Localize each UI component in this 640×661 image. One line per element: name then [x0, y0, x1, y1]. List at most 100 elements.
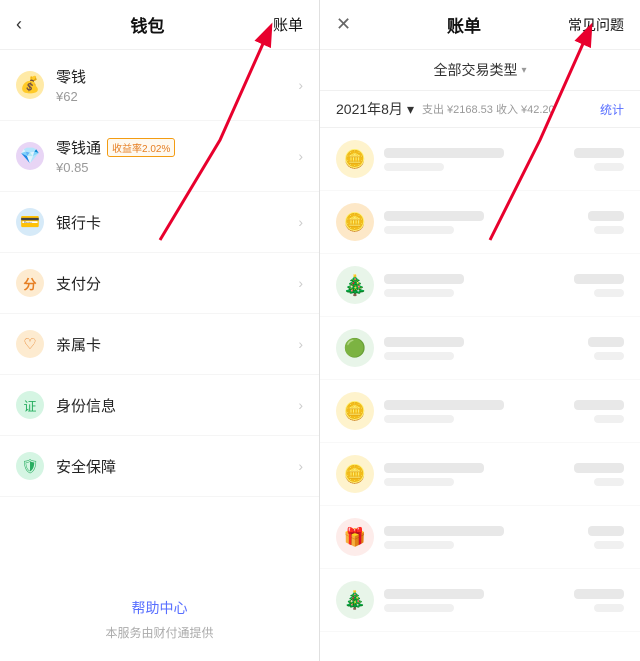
yinhangka-content: 银行卡	[56, 212, 298, 233]
lingqian-arrow: ›	[298, 77, 303, 93]
lingqiantong-sub: ¥0.85	[56, 160, 298, 175]
transaction-list: 🪙 🪙 🎄	[320, 128, 640, 661]
tx-amount-7	[574, 589, 624, 612]
tx-amount-1	[588, 211, 624, 234]
zhifufen-arrow: ›	[298, 275, 303, 291]
left-panel: ‹ 钱包 账单 💰 零钱 ¥62 › 💎 零钱通 收益率2.02% ¥	[0, 0, 320, 661]
shenfen-content: 身份信息	[56, 395, 298, 416]
tx-icon-4: 🪙	[336, 392, 374, 430]
left-title: 钱包	[130, 12, 164, 37]
anquan-icon: 🛡	[16, 452, 44, 480]
tx-content-3	[384, 337, 588, 360]
tx-content-7	[384, 589, 574, 612]
lingqian-title: 零钱	[56, 66, 298, 87]
filter-label: 全部交易类型	[433, 60, 517, 80]
footer-note: 本服务由财付通提供	[16, 624, 303, 641]
qinshu-arrow: ›	[298, 336, 303, 352]
filter-chevron: ▾	[521, 65, 526, 76]
tx-icon-6: 🎁	[336, 518, 374, 556]
stats-link[interactable]: 统计	[600, 101, 624, 118]
tx-title-1	[384, 211, 484, 221]
month-chevron: ▾	[407, 101, 414, 118]
back-button[interactable]: ‹	[16, 14, 22, 35]
tx-content-6	[384, 526, 588, 549]
lingqiantong-content: 零钱通 收益率2.02% ¥0.85	[56, 137, 298, 175]
lingqiantong-badge: 收益率2.02%	[107, 138, 175, 157]
account-button[interactable]: 账单	[273, 14, 303, 35]
menu-item-qinshu[interactable]: ♡ 亲属卡 ›	[0, 314, 319, 375]
left-footer: 帮助中心 本服务由财付通提供	[0, 568, 319, 661]
month-bar: 2021年8月 ▾ 支出 ¥2168.53 收入 ¥42.20 统计	[320, 91, 640, 128]
month-label: 2021年8月	[336, 99, 403, 119]
tx-icon-1: 🪙	[336, 203, 374, 241]
qinshu-content: 亲属卡	[56, 334, 298, 355]
tx-content-2	[384, 274, 574, 297]
tx-sub-2	[384, 289, 454, 297]
lingqian-content: 零钱 ¥62	[56, 66, 298, 104]
anquan-title: 安全保障	[56, 456, 298, 477]
menu-item-shenfen[interactable]: 证 身份信息 ›	[0, 375, 319, 436]
anquan-content: 安全保障	[56, 456, 298, 477]
faq-button[interactable]: 常见问题	[568, 15, 624, 35]
table-row[interactable]: 🪙	[320, 443, 640, 506]
tx-amount-2	[574, 274, 624, 297]
tx-icon-2: 🎄	[336, 266, 374, 304]
table-row[interactable]: 🪙	[320, 380, 640, 443]
lingqiantong-title: 零钱通 收益率2.02%	[56, 137, 298, 158]
menu-item-lingqian[interactable]: 💰 零钱 ¥62 ›	[0, 50, 319, 121]
tx-title-2	[384, 274, 464, 284]
anquan-arrow: ›	[298, 458, 303, 474]
tx-content-0	[384, 148, 574, 171]
close-button[interactable]: ✕	[336, 14, 360, 35]
lingqian-sub: ¥62	[56, 89, 298, 104]
month-stats: 支出 ¥2168.53 收入 ¥42.20	[422, 101, 600, 117]
lingqiantong-icon: 💎	[16, 142, 44, 170]
table-row[interactable]: 🎄	[320, 254, 640, 317]
tx-icon-3: 🟢	[336, 329, 374, 367]
tx-title-7	[384, 589, 484, 599]
right-title: 账单	[447, 12, 481, 37]
filter-button[interactable]: 全部交易类型 ▾	[433, 60, 526, 80]
tx-title-3	[384, 337, 464, 347]
menu-item-anquan[interactable]: 🛡 安全保障 ›	[0, 436, 319, 497]
lingqian-icon: 💰	[16, 71, 44, 99]
table-row[interactable]: 🪙	[320, 191, 640, 254]
tx-title-4	[384, 400, 504, 410]
tx-amount-4	[574, 400, 624, 423]
filter-bar: 全部交易类型 ▾	[320, 50, 640, 91]
menu-list: 💰 零钱 ¥62 › 💎 零钱通 收益率2.02% ¥0.85 ›	[0, 50, 319, 568]
tx-amount-6	[588, 526, 624, 549]
lingqiantong-arrow: ›	[298, 148, 303, 164]
zhifufen-icon: 分	[16, 269, 44, 297]
help-link[interactable]: 帮助中心	[16, 598, 303, 618]
shenfen-arrow: ›	[298, 397, 303, 413]
table-row[interactable]: 🎄	[320, 569, 640, 632]
tx-sub-3	[384, 352, 454, 360]
tx-title-5	[384, 463, 484, 473]
tx-icon-5: 🪙	[336, 455, 374, 493]
tx-sub-6	[384, 541, 454, 549]
zhifufen-content: 支付分	[56, 273, 298, 294]
yinhangka-arrow: ›	[298, 214, 303, 230]
right-panel: ✕ 账单 常见问题 全部交易类型 ▾ 2021年8月 ▾ 支出 ¥2168.53…	[320, 0, 640, 661]
tx-sub-5	[384, 478, 454, 486]
yinhangka-icon: 💳	[16, 208, 44, 236]
menu-item-lingqiantong[interactable]: 💎 零钱通 收益率2.02% ¥0.85 ›	[0, 121, 319, 192]
table-row[interactable]: 🟢	[320, 317, 640, 380]
menu-item-zhifufen[interactable]: 分 支付分 ›	[0, 253, 319, 314]
qinshu-title: 亲属卡	[56, 334, 298, 355]
tx-amount-0	[574, 148, 624, 171]
tx-amount-3	[588, 337, 624, 360]
shenfen-title: 身份信息	[56, 395, 298, 416]
table-row[interactable]: 🎁	[320, 506, 640, 569]
tx-content-4	[384, 400, 574, 423]
table-row[interactable]: 🪙	[320, 128, 640, 191]
tx-content-5	[384, 463, 574, 486]
tx-sub-4	[384, 415, 454, 423]
menu-item-yinhangka[interactable]: 💳 银行卡 ›	[0, 192, 319, 253]
month-selector[interactable]: 2021年8月 ▾	[336, 99, 414, 119]
shenfen-icon: 证	[16, 391, 44, 419]
tx-icon-0: 🪙	[336, 140, 374, 178]
tx-content-1	[384, 211, 588, 234]
tx-amount-5	[574, 463, 624, 486]
